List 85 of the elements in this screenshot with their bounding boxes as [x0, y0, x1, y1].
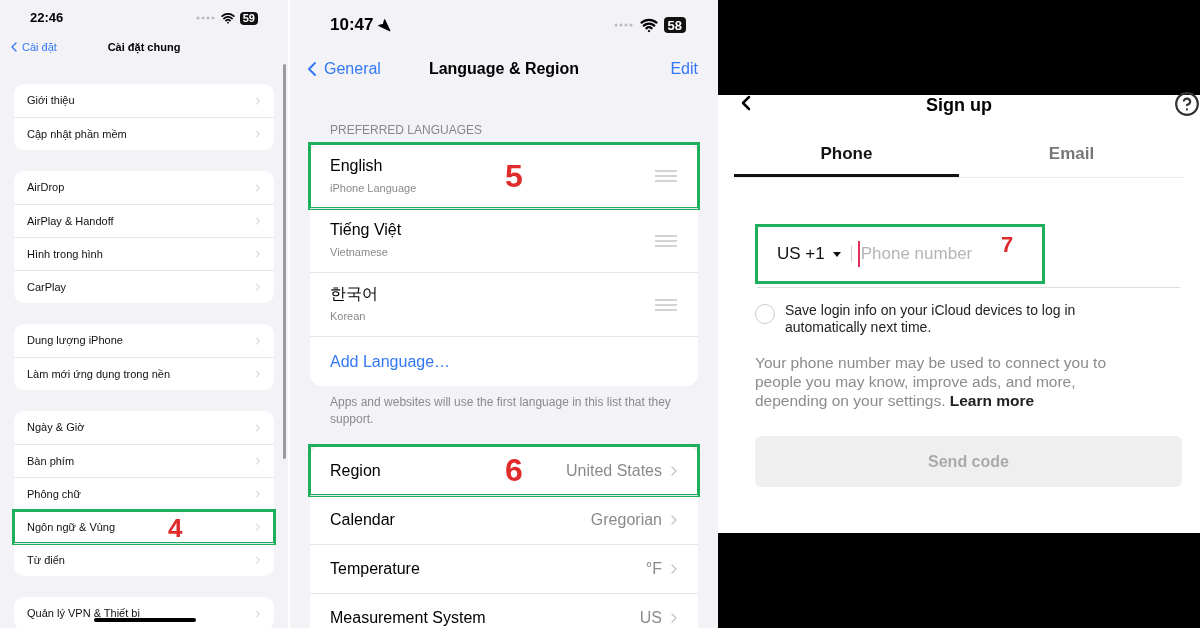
row-label: AirPlay & Handoff	[27, 213, 114, 229]
row-label: Phông chữ	[27, 486, 81, 502]
row-label: Dung lượng iPhone	[27, 333, 123, 349]
back-button[interactable]: General	[300, 57, 381, 81]
row-label: Cập nhật phần mềm	[27, 126, 127, 142]
step-number: 5	[505, 160, 523, 192]
settings-row[interactable]: CarPlay	[14, 270, 274, 303]
language-row[interactable]: English iPhone Language 5	[310, 144, 698, 208]
language-row[interactable]: 한국어 Korean	[310, 272, 698, 336]
wifi-icon	[220, 11, 235, 25]
settings-row[interactable]: Cập nhật phần mềm	[14, 117, 274, 150]
language-row[interactable]: Tiếng Việt Vietnamese	[310, 208, 698, 272]
settings-row[interactable]: Hình trong hình	[14, 237, 274, 270]
settings-row[interactable]: Ngày & Giờ	[14, 411, 274, 444]
language-name: English	[330, 155, 384, 176]
step-number: 7	[1001, 234, 1014, 256]
settings-row[interactable]: Dung lượng iPhone	[14, 324, 274, 357]
language-name: Tiếng Việt	[330, 220, 402, 241]
caret-icon	[832, 251, 841, 257]
settings-row[interactable]: Measurement System US	[310, 593, 698, 628]
settings-row[interactable]: Calendar Gregorian	[310, 495, 698, 544]
settings-row[interactable]: Ngôn ngữ & Vùng 4	[14, 510, 274, 543]
row-label: Ngày & Giờ	[27, 420, 85, 436]
phone-field[interactable]: US +1 Phone number 7	[757, 226, 1043, 282]
settings-row[interactable]: Phông chữ	[14, 477, 274, 510]
language-subtitle: iPhone Language	[330, 180, 417, 196]
page-title: Sign up	[926, 95, 992, 115]
settings-row[interactable]: AirDrop	[14, 171, 274, 204]
row-label: AirDrop	[27, 180, 65, 196]
step-number: 6	[505, 454, 523, 486]
wifi-icon	[639, 16, 658, 34]
row-label: Làm mới ứng dụng trong nền	[27, 366, 170, 382]
edit-button[interactable]: Edit	[670, 57, 698, 81]
step-number: 4	[168, 515, 183, 541]
row-label: Từ điển	[27, 552, 65, 568]
drag-handle-icon[interactable]	[654, 170, 678, 182]
settings-row[interactable]: Giới thiệu	[14, 84, 274, 117]
row-label: Bàn phím	[27, 453, 75, 469]
tab[interactable]: Phone	[734, 133, 959, 177]
learn-more-link[interactable]: Learn more	[949, 392, 1035, 409]
settings-row[interactable]: Quản lý VPN & Thiết bị	[14, 597, 274, 628]
back-button[interactable]: Cài đặt	[6, 38, 57, 56]
settings-row[interactable]: Region 6 United States	[310, 446, 698, 495]
nav-title: Cài đặt chung	[107, 39, 181, 56]
status-time: 10:47	[330, 14, 374, 37]
footer-note: Apps and websites will use the first language in this list that they support.	[330, 394, 672, 428]
section-header: PREFERRED LANGUAGES	[330, 124, 484, 136]
send-code-button: Send code	[755, 436, 1182, 487]
drag-handle-icon[interactable]	[654, 298, 678, 311]
row-value: United States	[565, 460, 662, 481]
settings-row[interactable]: Từ điển	[14, 543, 274, 576]
language-subtitle: Vietnamese	[330, 245, 389, 261]
signal-dots-icon	[613, 23, 634, 27]
drag-handle-icon[interactable]	[654, 234, 678, 247]
language-name: 한국어	[330, 284, 378, 305]
row-value: °F	[645, 559, 662, 579]
row-label: Calendar	[330, 510, 395, 530]
row-label: Giới thiệu	[27, 93, 75, 109]
phone-input[interactable]: Phone number	[857, 241, 988, 267]
row-value: US	[639, 608, 662, 628]
location-arrow-icon	[377, 18, 392, 32]
nav-title: Language & Region	[428, 59, 580, 79]
row-label: Temperature	[330, 559, 420, 579]
row-label: Quản lý VPN & Thiết bị	[27, 606, 140, 622]
settings-row[interactable]: Temperature °F	[310, 544, 698, 593]
language-subtitle: Korean	[330, 309, 367, 325]
tab[interactable]: Email	[959, 133, 1184, 177]
add-language-link[interactable]: Add Language…	[330, 349, 451, 374]
country-code[interactable]: US +1	[777, 241, 825, 267]
row-label: Region	[330, 460, 381, 481]
settings-row[interactable]: Làm mới ứng dụng trong nền	[14, 357, 274, 390]
checkbox-label: Save login info on your iCloud devices to log in automatically next time.	[785, 302, 1077, 336]
row-label: Hình trong hình	[27, 246, 103, 262]
row-value: Gregorian	[590, 510, 662, 530]
status-time: 22:46	[30, 9, 64, 28]
settings-row[interactable]: Bàn phím	[14, 444, 274, 477]
help-icon[interactable]	[1174, 91, 1200, 117]
settings-row[interactable]: AirPlay & Handoff	[14, 204, 274, 237]
battery-level: 58	[663, 17, 686, 33]
battery-level: 59	[239, 11, 258, 25]
notice-text: Your phone number may be used to connect you to people you may know, improve ads, and more, depending on your settings. Learn more	[755, 353, 1107, 410]
row-label: Ngôn ngữ & Vùng	[27, 519, 116, 535]
row-label: CarPlay	[27, 279, 67, 295]
signal-dots-icon	[195, 16, 216, 20]
row-label: Measurement System	[330, 608, 486, 628]
